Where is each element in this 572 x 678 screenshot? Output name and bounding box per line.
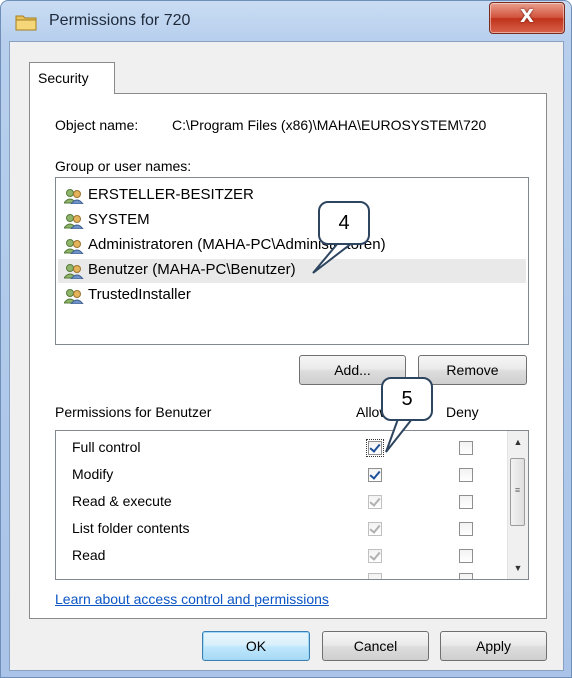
deny-checkbox[interactable] <box>459 573 473 579</box>
cancel-button[interactable]: Cancel <box>322 631 429 661</box>
group-user-list[interactable]: ERSTELLER-BESITZER SYSTEM Administratore… <box>55 177 529 345</box>
permission-row: List folder contents <box>56 515 508 542</box>
window-title: Permissions for 720 <box>49 12 191 29</box>
allow-checkbox-disabled <box>368 549 382 563</box>
list-item-label: TrustedInstaller <box>88 286 191 303</box>
allow-checkbox[interactable] <box>366 439 384 457</box>
allow-checkbox-disabled <box>368 573 382 579</box>
list-item[interactable]: Administratoren (MAHA-PC\Administratoren… <box>58 234 526 258</box>
callout-4: 4 <box>318 201 370 245</box>
users-icon <box>64 264 84 279</box>
remove-button[interactable]: Remove <box>418 355 527 385</box>
group-names-label: Group or user names: <box>55 158 192 174</box>
users-icon <box>64 214 84 229</box>
permission-label: Read & execute <box>72 493 172 509</box>
users-icon <box>64 189 84 204</box>
apply-button[interactable]: Apply <box>440 631 547 661</box>
deny-checkbox[interactable] <box>459 522 473 536</box>
close-icon: X <box>520 6 534 27</box>
permission-label: Full control <box>72 439 141 455</box>
permissions-scrollbar[interactable]: ▲ ≡ ▼ <box>507 431 528 579</box>
list-item[interactable]: ERSTELLER-BESITZER <box>58 184 526 208</box>
permissions-list[interactable]: Full control Modify Read & execute List … <box>55 430 529 580</box>
permission-row: Modify <box>56 461 508 488</box>
permission-label: List folder contents <box>72 520 190 536</box>
permission-row-partial <box>56 569 508 579</box>
callout-5: 5 <box>381 377 433 421</box>
deny-checkbox[interactable] <box>459 468 473 482</box>
list-item[interactable]: TrustedInstaller <box>58 284 526 308</box>
access-control-help-link[interactable]: Learn about access control and permissio… <box>55 591 329 607</box>
scroll-thumb[interactable]: ≡ <box>510 458 525 526</box>
tab-security[interactable]: Security <box>29 62 115 94</box>
list-item-selected[interactable]: Benutzer (MAHA-PC\Benutzer) <box>58 259 526 283</box>
users-icon <box>64 289 84 304</box>
permission-label: Modify <box>72 466 114 482</box>
folder-icon <box>15 15 37 31</box>
list-item-label: ERSTELLER-BESITZER <box>88 186 254 203</box>
allow-checkbox[interactable] <box>368 468 382 482</box>
ok-button[interactable]: OK <box>202 631 310 661</box>
allow-checkbox-disabled <box>368 495 382 509</box>
object-name-value[interactable]: C:\Program Files (x86)\MAHA\EUROSYSTEM\7… <box>172 117 486 133</box>
permissions-for-label: Permissions for Benutzer <box>55 404 212 420</box>
object-name-label: Object name: <box>55 117 139 133</box>
title-bar[interactable]: Permissions for 720 X <box>1 1 571 41</box>
users-icon <box>64 239 84 254</box>
scroll-up-icon[interactable]: ▲ <box>508 433 528 451</box>
deny-checkbox[interactable] <box>459 495 473 509</box>
permission-row: Full control <box>56 434 508 461</box>
close-button[interactable]: X <box>489 2 565 34</box>
deny-checkbox[interactable] <box>459 549 473 563</box>
deny-checkbox[interactable] <box>459 441 473 455</box>
list-item-label: Benutzer (MAHA-PC\Benutzer) <box>88 261 296 278</box>
scroll-down-icon[interactable]: ▼ <box>508 559 528 577</box>
grip-icon: ≡ <box>514 485 521 495</box>
deny-column-header: Deny <box>446 404 479 420</box>
permission-row: Read <box>56 542 508 569</box>
permission-label: Read <box>72 547 106 563</box>
list-item[interactable]: SYSTEM <box>58 209 526 233</box>
permission-row: Read & execute <box>56 488 508 515</box>
object-name-value-container: C:\Program Files (x86)\MAHA\EUROSYSTEM\7… <box>172 117 528 133</box>
tab-security-label: Security <box>38 70 89 86</box>
list-item-label: SYSTEM <box>88 211 150 228</box>
allow-checkbox-disabled <box>368 522 382 536</box>
